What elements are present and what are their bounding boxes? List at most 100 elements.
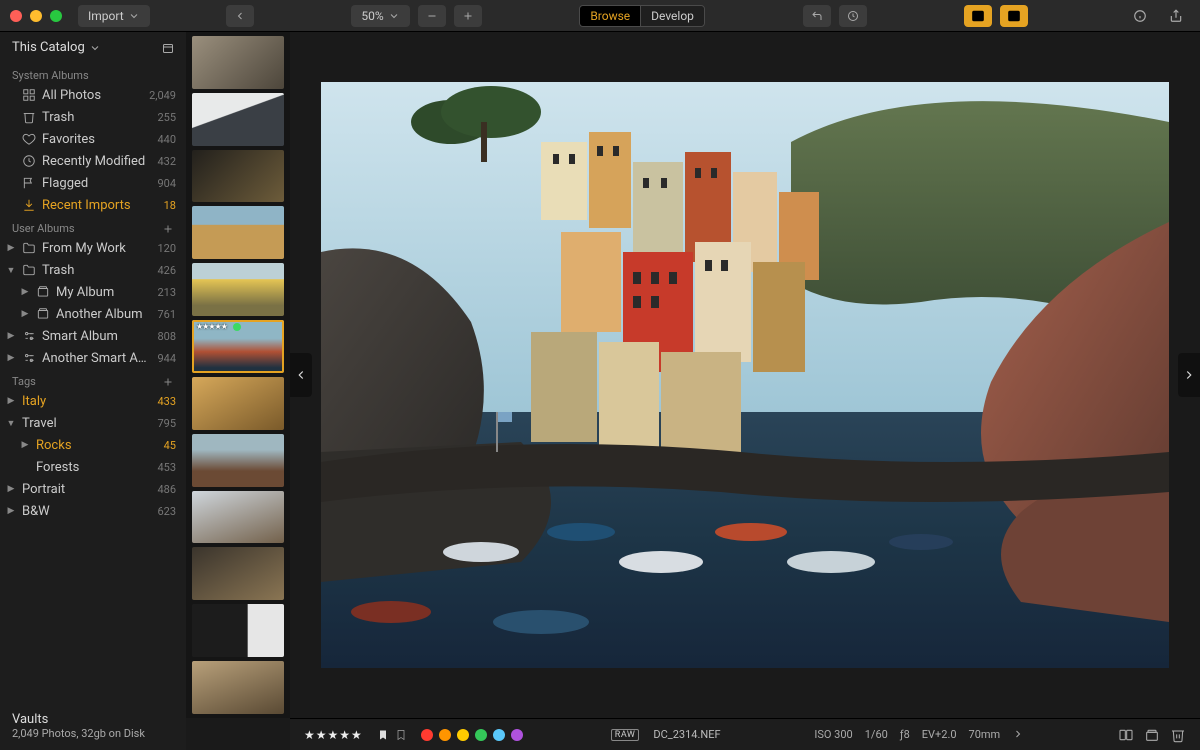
tag-item-travel[interactable]: ▼Travel795 <box>0 412 186 434</box>
filmstrip: ★★★★★ <box>186 32 290 718</box>
sidebar-item-count: 120 <box>157 242 176 255</box>
tag-count: 453 <box>157 461 176 474</box>
sidebar-item-trash[interactable]: ▼Trash426 <box>0 259 186 281</box>
chevron-right-icon[interactable] <box>1012 728 1024 740</box>
mode-browse-button[interactable]: Browse <box>580 6 640 26</box>
sidebar-item-another-album[interactable]: ▶Another Album761 <box>0 303 186 325</box>
chevron-down-icon <box>89 42 101 54</box>
sidebar-item-count: 440 <box>157 133 176 146</box>
color-label-dot[interactable] <box>511 729 523 741</box>
rating-stars[interactable]: ★★★★★ <box>304 728 363 742</box>
sidebar-item-count: 944 <box>157 352 176 365</box>
next-photo-button[interactable] <box>1178 353 1200 397</box>
filmstrip-thumb[interactable] <box>192 604 284 657</box>
window-controls <box>10 10 62 22</box>
plus-icon[interactable] <box>162 376 174 388</box>
filmstrip-thumb[interactable]: ★★★★★ <box>192 320 284 373</box>
filmstrip-thumb[interactable] <box>192 547 284 600</box>
disclosure-triangle[interactable]: ▶ <box>6 353 16 363</box>
catalog-dropdown[interactable]: This Catalog <box>0 32 186 63</box>
flag-picked-icon[interactable] <box>377 728 389 742</box>
plus-icon[interactable] <box>162 223 174 235</box>
share-icon <box>1169 9 1183 23</box>
sidebar-item-trash[interactable]: Trash255 <box>0 106 186 128</box>
minimize-window-button[interactable] <box>30 10 42 22</box>
sidebar-item-my-album[interactable]: ▶My Album213 <box>0 281 186 303</box>
sidebar-item-favorites[interactable]: Favorites440 <box>0 128 186 150</box>
tag-item-forests[interactable]: Forests453 <box>0 456 186 478</box>
disclosure-triangle[interactable]: ▶ <box>20 309 30 319</box>
tag-item-italy[interactable]: ▶Italy433 <box>0 390 186 412</box>
tag-item-portrait[interactable]: ▶Portrait486 <box>0 478 186 500</box>
sidebar-item-label: Recent Imports <box>42 198 131 213</box>
filmstrip-thumb[interactable] <box>192 263 284 316</box>
tag-label: Travel <box>22 416 57 431</box>
view-sidebar-button[interactable] <box>964 5 992 27</box>
zoom-dropdown[interactable]: 50% <box>351 5 409 27</box>
close-window-button[interactable] <box>10 10 22 22</box>
filmstrip-thumb[interactable] <box>192 434 284 487</box>
grid-icon <box>22 88 36 102</box>
tag-item-rocks[interactable]: ▶Rocks45 <box>0 434 186 456</box>
stack-icon[interactable] <box>1144 727 1160 743</box>
main-image[interactable] <box>321 82 1169 668</box>
chevron-down-icon <box>128 10 140 22</box>
import-button[interactable]: Import <box>78 5 150 27</box>
disclosure-triangle[interactable]: ▶ <box>6 396 16 406</box>
back-button[interactable] <box>226 5 254 27</box>
sidebar-left-icon <box>971 9 985 23</box>
sidebar-item-flagged[interactable]: Flagged904 <box>0 172 186 194</box>
share-button[interactable] <box>1162 5 1190 27</box>
filmstrip-thumb[interactable] <box>192 36 284 89</box>
tag-item-b-w[interactable]: ▶B&W623 <box>0 500 186 522</box>
tag-label: Rocks <box>36 438 72 453</box>
sidebar-item-another-smart-a-[interactable]: ▶Another Smart A…944 <box>0 347 186 369</box>
flag-rejected-icon[interactable] <box>395 728 407 742</box>
color-label-dot[interactable] <box>457 729 469 741</box>
disclosure-triangle[interactable]: ▶ <box>6 243 16 253</box>
color-label-dot[interactable] <box>493 729 505 741</box>
undo-button[interactable] <box>803 5 831 27</box>
compare-icon[interactable] <box>1118 727 1134 743</box>
smart-icon <box>22 329 36 343</box>
disclosure-triangle[interactable]: ▶ <box>6 506 16 516</box>
color-label-dot[interactable] <box>475 729 487 741</box>
history-button[interactable] <box>839 5 867 27</box>
filmstrip-thumb[interactable] <box>192 661 284 714</box>
filmstrip-thumb[interactable] <box>192 206 284 259</box>
sidebar-item-from-my-work[interactable]: ▶From My Work120 <box>0 237 186 259</box>
chevron-left-icon <box>294 368 308 382</box>
disclosure-triangle[interactable]: ▼ <box>6 418 16 429</box>
filmstrip-thumb[interactable] <box>192 377 284 430</box>
info-icon <box>1133 9 1147 23</box>
disclosure-triangle[interactable]: ▼ <box>6 265 16 276</box>
sidebar-item-all-photos[interactable]: All Photos2,049 <box>0 84 186 106</box>
filmstrip-thumb[interactable] <box>192 491 284 544</box>
disclosure-triangle[interactable]: ▶ <box>20 440 30 450</box>
sidebar-item-recently-modified[interactable]: Recently Modified432 <box>0 150 186 172</box>
sidebar-item-count: 904 <box>157 177 176 190</box>
disclosure-triangle[interactable]: ▶ <box>6 484 16 494</box>
previous-photo-button[interactable] <box>290 353 312 397</box>
sidebar-item-smart-album[interactable]: ▶Smart Album808 <box>0 325 186 347</box>
disclosure-triangle[interactable]: ▶ <box>6 331 16 341</box>
filmstrip-thumb[interactable] <box>192 93 284 146</box>
view-filmstrip-button[interactable] <box>1000 5 1028 27</box>
ev-label: EV+2.0 <box>922 728 957 741</box>
sidebar-item-recent-imports[interactable]: Recent Imports18 <box>0 194 186 216</box>
zoom-out-button[interactable] <box>418 5 446 27</box>
aperture-label: ƒ8 <box>900 728 910 741</box>
trash-icon[interactable] <box>1170 727 1186 743</box>
import-label: Import <box>88 9 124 23</box>
disclosure-triangle[interactable]: ▶ <box>20 287 30 297</box>
calendar-icon[interactable] <box>162 42 174 54</box>
mode-develop-button[interactable]: Develop <box>640 6 704 26</box>
zoom-window-button[interactable] <box>50 10 62 22</box>
filmstrip-thumb[interactable] <box>192 150 284 203</box>
color-label-dot[interactable] <box>439 729 451 741</box>
zoom-in-button[interactable] <box>454 5 482 27</box>
top-toolbar: Import 50% Browse Develop <box>0 0 1200 32</box>
tag-count: 433 <box>157 395 176 408</box>
info-button[interactable] <box>1126 5 1154 27</box>
color-label-dot[interactable] <box>421 729 433 741</box>
